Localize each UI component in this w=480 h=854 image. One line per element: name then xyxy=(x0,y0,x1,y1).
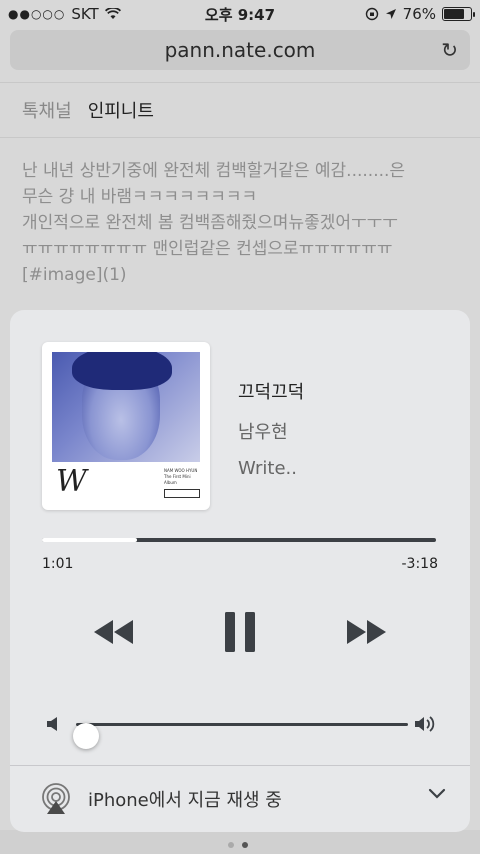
airplay-icon xyxy=(42,783,70,814)
album-title-line: The First Mini Album xyxy=(164,474,191,485)
signal-strength-icon: ●●○○○ xyxy=(8,7,66,21)
channel-header: 톡채널 인피니트 xyxy=(0,82,480,138)
track-artist: 남우현 xyxy=(238,422,288,443)
article-body: 난 내년 상반기중에 완전체 컴백할거같은 예감........은 무슨 걍 내… xyxy=(22,158,462,288)
chevron-down-icon[interactable] xyxy=(428,788,446,800)
pause-icon xyxy=(225,612,255,652)
airplay-output-row[interactable]: iPhone에서 지금 재생 중 xyxy=(10,765,470,832)
channel-name[interactable]: 인피니트 xyxy=(88,97,154,123)
track-info: 끄덕끄덕 남우현 Write.. xyxy=(238,378,304,479)
battery-percent: 76% xyxy=(402,5,436,23)
progress-played xyxy=(42,538,137,542)
track-title: 끄덕끄덕 xyxy=(238,382,305,403)
album-meta: NAM WOO HYUN The First Mini Album xyxy=(164,468,200,498)
wifi-icon xyxy=(104,8,121,19)
location-icon xyxy=(385,9,396,19)
channel-label[interactable]: 톡채널 xyxy=(22,97,72,123)
album-letter: W xyxy=(56,464,87,499)
volume-control xyxy=(46,712,438,749)
progress-scrubber[interactable] xyxy=(42,538,436,542)
airplay-label: iPhone에서 지금 재생 중 xyxy=(88,790,282,811)
volume-high-icon xyxy=(415,716,435,732)
url-text: pann.nate.com xyxy=(164,38,316,62)
volume-low-icon xyxy=(47,717,57,731)
album-footer: W NAM WOO HYUN The First Mini Album xyxy=(52,462,200,500)
pause-button[interactable] xyxy=(218,610,262,654)
page-dot-active xyxy=(242,842,248,848)
album-art: W NAM WOO HYUN The First Mini Album xyxy=(42,342,210,510)
remaining-time: -3:18 xyxy=(401,556,439,572)
album-logo-box xyxy=(164,489,200,498)
browser-toolbar xyxy=(0,830,480,854)
orientation-lock-icon xyxy=(365,7,378,21)
battery-fill xyxy=(444,9,464,19)
now-playing-card: W NAM WOO HYUN The First Mini Album 끄덕끄덕… xyxy=(10,310,470,832)
battery-icon xyxy=(442,7,475,21)
carrier-label: SKT xyxy=(71,5,99,23)
status-left: ●●○○○ SKT xyxy=(8,5,121,23)
rewind-button[interactable] xyxy=(92,610,136,654)
transport-controls xyxy=(10,610,470,654)
page-dot xyxy=(228,842,234,848)
article-line: [#image](1) xyxy=(22,265,127,285)
status-right: 76% xyxy=(365,5,475,23)
album-photo xyxy=(52,352,200,462)
article-line: 무슨 걍 내 바램ㅋㅋㅋㅋㅋㅋㅋㅋ xyxy=(22,187,258,207)
article-line: 개인적으로 완전체 봄 컴백좀해줬으며뉴좋겠어ㅜㅜㅜ xyxy=(22,213,398,233)
album-hair xyxy=(72,352,172,390)
rewind-icon xyxy=(94,620,133,644)
fast-forward-button[interactable] xyxy=(344,610,388,654)
url-bar[interactable]: pann.nate.com ↻ xyxy=(10,30,470,70)
reload-icon[interactable]: ↻ xyxy=(441,38,458,62)
article-line: ㅠㅠㅠㅠㅠㅠㅠㅠ 맨인럽같은 컨셉으로ㅠㅠㅠㅠㅠㅠ xyxy=(22,239,393,259)
article-line: 난 내년 상반기중에 완전체 컴백할거같은 예감........은 xyxy=(22,161,406,181)
volume-knob[interactable] xyxy=(73,723,100,749)
volume-slider[interactable] xyxy=(73,723,408,749)
elapsed-time: 1:01 xyxy=(42,556,74,572)
page-indicator xyxy=(228,842,248,848)
status-bar: ●●○○○ SKT 오후 9:47 76% xyxy=(0,0,480,28)
fast-forward-icon xyxy=(347,620,386,644)
track-album: Write.. xyxy=(238,458,297,479)
